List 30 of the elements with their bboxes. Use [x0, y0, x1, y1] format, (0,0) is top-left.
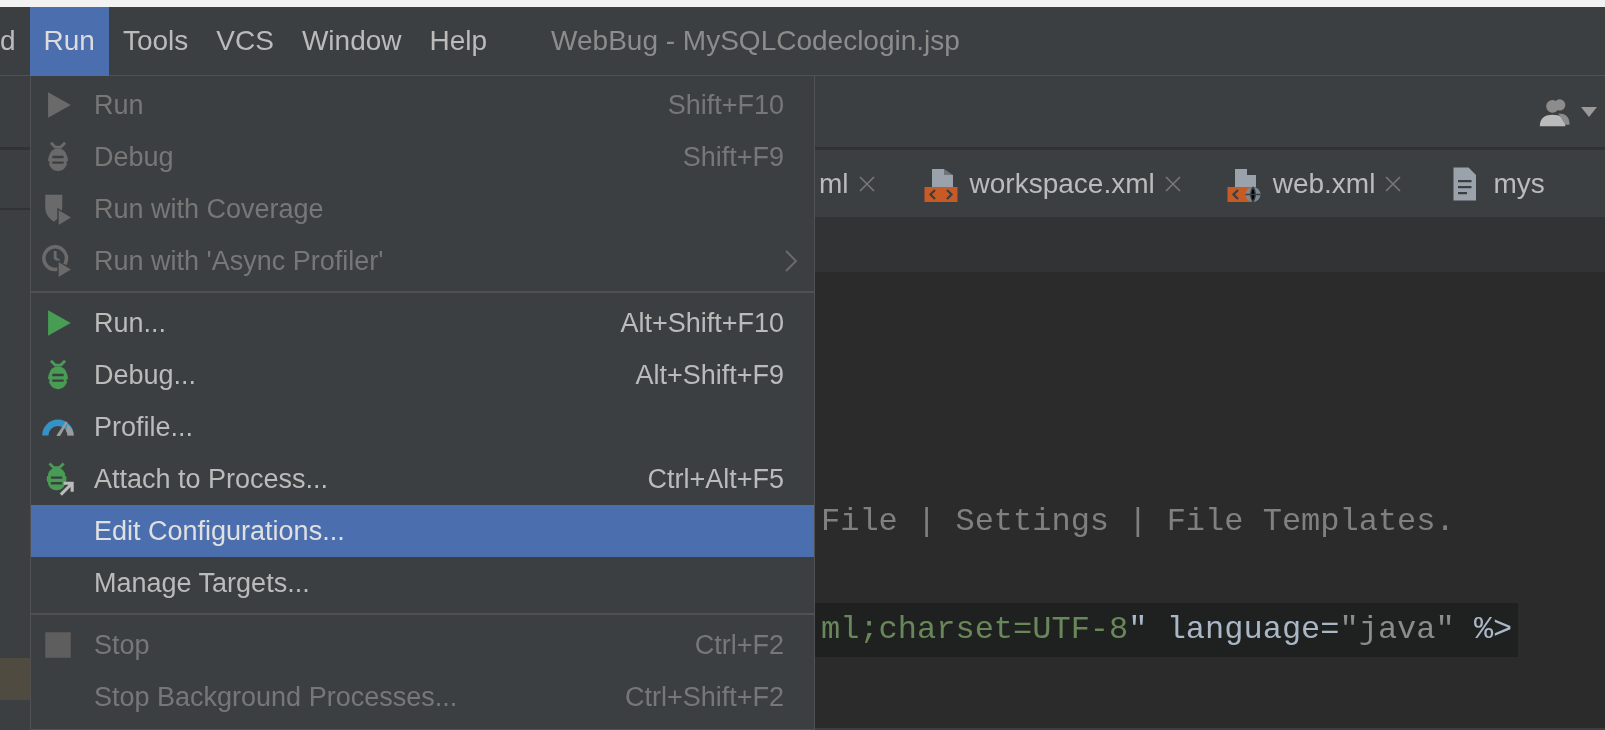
- gauge-icon: [39, 418, 77, 436]
- shortcut-text: Ctrl+F2: [694, 628, 784, 662]
- menu-item[interactable]: Attach to Process... Ctrl+Alt+F5: [31, 453, 814, 505]
- menu-bar-item[interactable]: Run: [29, 6, 109, 76]
- menu-bar-item[interactable]: Tools: [108, 6, 203, 76]
- shortcut-text: Ctrl+Alt+F5: [647, 462, 784, 496]
- menu-item[interactable]: Run... Alt+Shift+F10: [31, 297, 814, 349]
- menu-item[interactable]: Profile...: [31, 401, 814, 453]
- editor-tab[interactable]: workspace.xml: [921, 150, 1203, 217]
- shortcut-text: Alt+Shift+F10: [620, 306, 784, 340]
- close-icon: [1164, 175, 1181, 192]
- code-line: File | Settings | File Templates.: [820, 502, 1456, 542]
- menu-bar-item[interactable]: Window: [287, 6, 416, 76]
- menu-item[interactable]: Manage Targets...: [31, 557, 814, 609]
- editor-tab[interactable]: web.xml: [1224, 150, 1424, 217]
- shortcut-text: Ctrl+Shift+F2: [624, 680, 784, 714]
- menu-bar-item[interactable]: Help: [415, 6, 502, 76]
- menu-item[interactable]: Debug... Alt+Shift+F9: [31, 349, 814, 401]
- menu-bar-item[interactable]: VCS: [202, 6, 288, 76]
- close-icon: [1385, 175, 1402, 192]
- menu-bar-item[interactable]: d: [0, 6, 30, 76]
- shortcut-text: Alt+Shift+F9: [635, 358, 784, 392]
- shortcut-text: Shift+F9: [682, 140, 784, 174]
- shortcut-text: Shift+F10: [667, 88, 784, 122]
- editor-tab[interactable]: mys: [1445, 150, 1567, 217]
- window-title: WebBug - MySQLCodeclogin.jsp: [551, 24, 960, 58]
- editor-tab[interactable]: ml: [819, 150, 897, 217]
- caret-icon: [1581, 106, 1597, 117]
- close-icon: [858, 175, 875, 192]
- menu-item[interactable]: Edit Configurations...: [31, 505, 814, 557]
